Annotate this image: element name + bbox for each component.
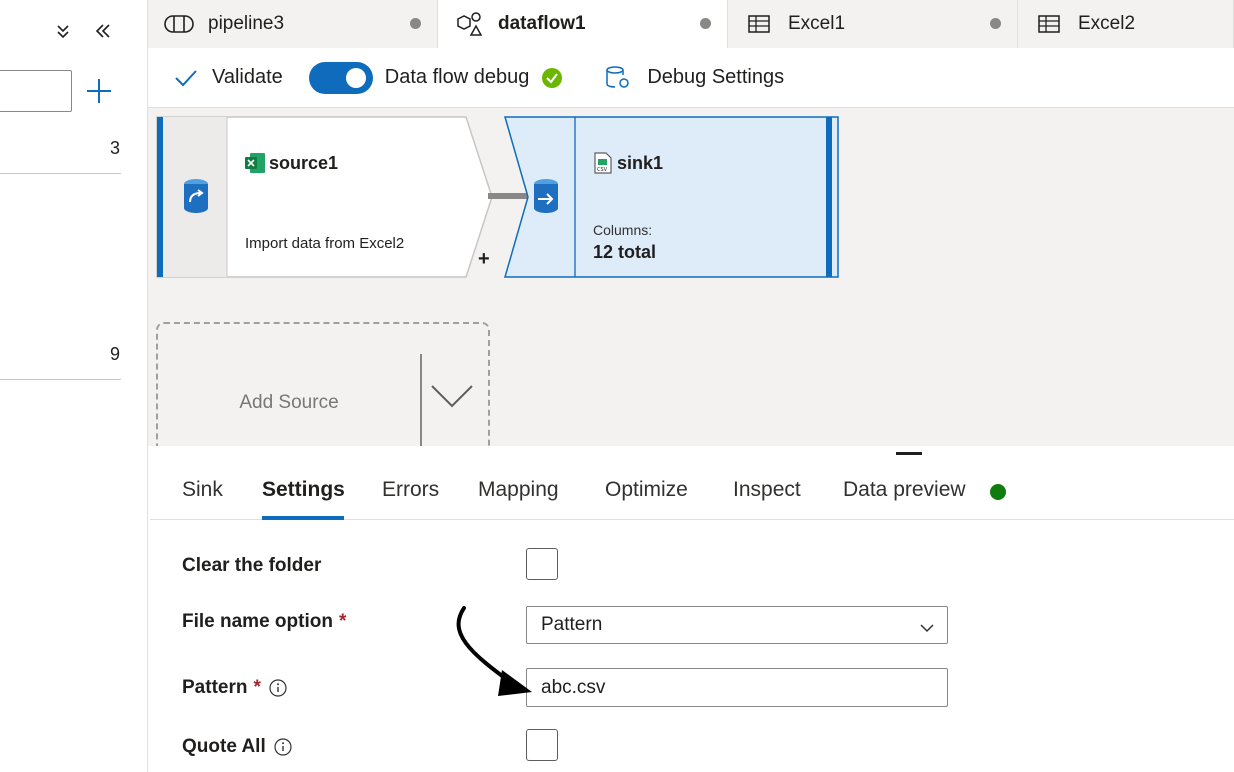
debug-settings-label: Debug Settings	[647, 66, 785, 88]
debug-settings-button[interactable]: Debug Settings	[605, 65, 784, 91]
file-name-option-value: Pattern	[541, 614, 603, 635]
collapse-pane-icon[interactable]	[90, 18, 116, 44]
debug-status-check-icon	[541, 67, 563, 89]
tab-dataflow1[interactable]: dataflow1	[438, 0, 728, 48]
validate-button[interactable]: Validate	[174, 66, 283, 89]
dataflow-icon	[454, 12, 484, 36]
dataflows-count: 9	[109, 344, 120, 364]
debug-toggle-group: Data flow debug	[308, 61, 564, 94]
resource-filter-input[interactable]	[0, 70, 72, 112]
validate-label: Validate	[212, 66, 283, 88]
file-name-option-row: File name option *	[182, 611, 346, 633]
tab-label: pipeline3	[208, 13, 285, 34]
debug-settings-icon	[605, 65, 631, 91]
active-tab-indicator	[262, 516, 344, 520]
clear-folder-checkbox[interactable]	[526, 548, 558, 580]
panel-resize-handle[interactable]	[896, 452, 922, 455]
add-resource-icon[interactable]	[84, 76, 114, 106]
tab-excel2[interactable]: Excel2	[1018, 0, 1234, 48]
required-asterisk: *	[253, 677, 261, 698]
source-dataset-icon	[182, 178, 210, 219]
chevron-down-icon[interactable]	[430, 380, 480, 416]
csv-file-icon: CSV	[594, 152, 612, 179]
add-source-placeholder[interactable]: Add Source	[156, 322, 490, 446]
source-title: source1	[269, 153, 339, 173]
pattern-row: Pattern *	[182, 677, 287, 699]
info-icon[interactable]	[274, 738, 292, 756]
unsaved-dot	[410, 18, 421, 29]
sink-dataset-icon	[532, 178, 560, 219]
clear-folder-row: Clear the folder	[182, 555, 321, 577]
quote-all-checkbox[interactable]	[526, 729, 558, 761]
add-transformation-button[interactable]: +	[478, 248, 490, 271]
factory-resources-pane: 3 9	[0, 0, 148, 772]
tab-sink[interactable]: Sink	[182, 478, 223, 502]
data-flow-debug-toggle[interactable]	[308, 61, 373, 94]
tab-mapping[interactable]: Mapping	[478, 478, 559, 502]
add-source-label: Add Source	[239, 392, 339, 413]
quote-all-label: Quote All	[182, 736, 266, 757]
quote-all-row: Quote All	[182, 736, 292, 758]
tab-inspect[interactable]: Inspect	[733, 478, 801, 502]
tab-optimize[interactable]: Optimize	[605, 478, 688, 502]
table-icon	[744, 12, 774, 36]
divider	[420, 354, 422, 446]
required-asterisk: *	[338, 611, 347, 632]
debug-label: Data flow debug	[384, 66, 530, 88]
sink-columns-label: Columns:	[593, 222, 653, 238]
unsaved-dot	[700, 18, 711, 29]
file-name-option-label: File name option	[182, 611, 333, 632]
divider	[0, 379, 121, 380]
info-icon[interactable]	[269, 679, 287, 697]
excel-icon	[244, 152, 266, 179]
data-preview-status-dot	[990, 484, 1006, 500]
collapse-all-icon[interactable]	[50, 18, 76, 44]
pipelines-count: 3	[109, 138, 120, 158]
tab-settings[interactable]: Settings	[262, 478, 345, 502]
pattern-label: Pattern	[182, 677, 248, 698]
dataflow-toolbar: Validate Data flow debug Debug Settings	[148, 48, 1234, 108]
checkmark-icon	[174, 68, 198, 88]
unsaved-dot	[990, 18, 1001, 29]
chevron-down-icon	[919, 618, 935, 640]
pipeline-icon	[164, 12, 194, 36]
sink-title: sink1	[617, 153, 664, 173]
tab-label: Excel1	[788, 13, 846, 34]
properties-tab-list: Sink Settings Errors Mapping Optimize In…	[150, 456, 1234, 520]
svg-text:CSV: CSV	[597, 167, 608, 173]
tab-label: Excel2	[1078, 13, 1136, 34]
pattern-input[interactable]	[526, 668, 948, 707]
source-node[interactable]: source1 Import data from Excel2	[156, 116, 494, 278]
sink-properties-panel: Sink Settings Errors Mapping Optimize In…	[148, 456, 1234, 772]
divider	[0, 173, 121, 174]
tab-errors[interactable]: Errors	[382, 478, 439, 502]
sink-columns-value: 12 total	[593, 242, 657, 262]
file-name-option-dropdown[interactable]: Pattern	[526, 606, 948, 644]
tab-excel1[interactable]: Excel1	[728, 0, 1018, 48]
dataflow-canvas[interactable]: source1 Import data from Excel2 + CSV si…	[148, 108, 1234, 446]
tab-label: dataflow1	[498, 13, 586, 34]
table-icon	[1034, 12, 1064, 36]
tab-pipeline3[interactable]: pipeline3	[148, 0, 438, 48]
clear-folder-label: Clear the folder	[182, 555, 322, 576]
tab-data-preview[interactable]: Data preview	[843, 478, 966, 502]
source-description: Import data from Excel2	[245, 235, 405, 252]
document-tab-bar: pipeline3 dataflow1 Excel1 Excel2	[148, 0, 1234, 48]
sink-node[interactable]: CSV sink1 Columns: 12 total	[504, 116, 840, 278]
